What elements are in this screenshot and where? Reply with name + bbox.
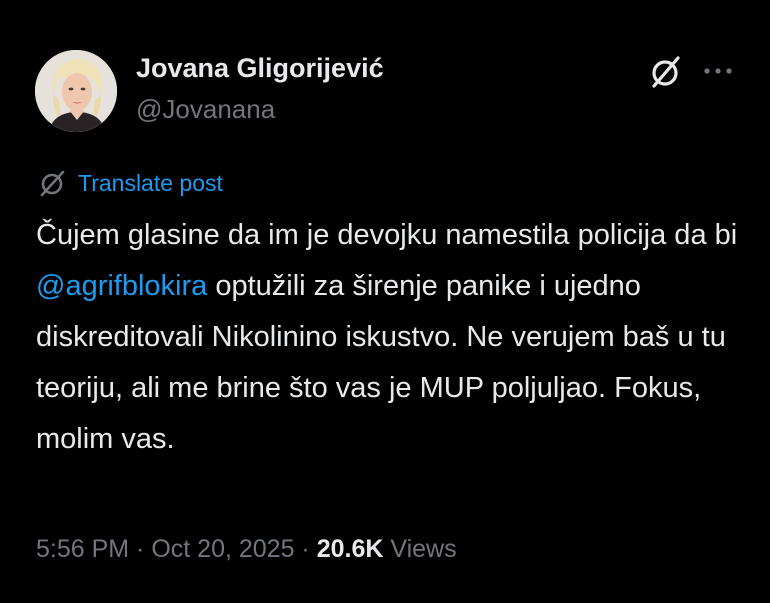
translate-post-button[interactable]: Translate post (36, 168, 223, 198)
post-text-part: Čujem glasine da im je devojku namestila… (36, 219, 746, 251)
author-name[interactable]: Jovana Gligorijević (136, 53, 384, 84)
grok-icon[interactable] (646, 52, 686, 92)
views-label: Views (390, 535, 457, 563)
translate-post-label: Translate post (78, 169, 223, 196)
mention-link[interactable]: @agrifblokira (36, 270, 207, 302)
author-handle[interactable]: @Jovanana (136, 94, 275, 125)
avatar[interactable] (35, 50, 117, 132)
tweet: Jovana Gligorijević @Jovanana Translate … (0, 0, 770, 603)
post-text: Čujem glasine da im je devojku namestila… (36, 210, 748, 465)
more-horizontal-icon[interactable] (702, 58, 734, 86)
post-date[interactable]: Oct 20, 2025 (151, 535, 294, 563)
post-meta: 5:56 PM · Oct 20, 2025 · 20.6K Views (36, 535, 457, 564)
meta-separator: · (129, 535, 152, 563)
grok-icon (40, 170, 65, 197)
meta-separator: · (294, 535, 317, 563)
views-count[interactable]: 20.6K (317, 535, 384, 563)
post-time[interactable]: 5:56 PM (36, 535, 129, 563)
avatar-image (35, 50, 117, 132)
